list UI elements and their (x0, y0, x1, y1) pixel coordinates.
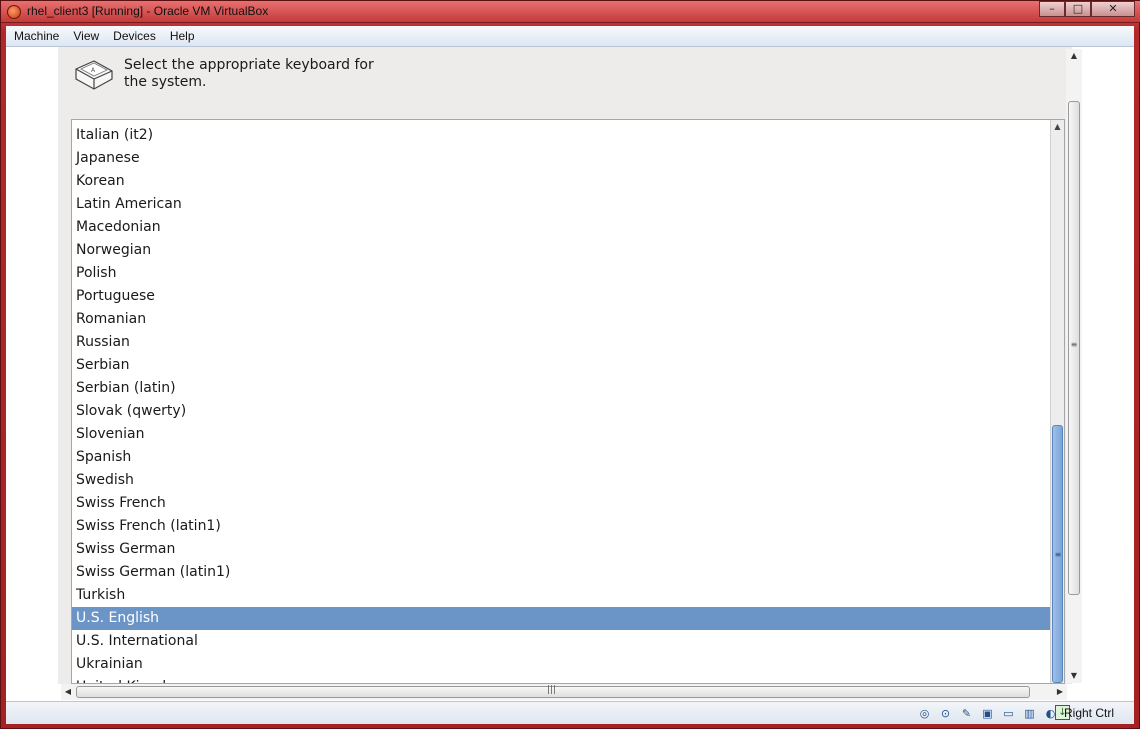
keyboard-layout-items: Italian (it2) Japanese Korean Latin America… (72, 124, 1051, 683)
menu-bar: Machine View Devices Help (6, 26, 1134, 47)
menu-devices[interactable]: Devices (108, 29, 161, 43)
keyboard-layout-item[interactable]: U.S. International (72, 630, 1051, 653)
minimize-button[interactable]: – (1039, 1, 1065, 17)
close-button[interactable]: ✕ (1091, 1, 1135, 17)
keyboard-layout-item[interactable]: Romanian (72, 308, 1051, 331)
vm-vertical-scroll-thumb[interactable]: ≡ (1068, 101, 1080, 595)
keyboard-layout-item[interactable]: Turkish (72, 584, 1051, 607)
installer-screen: A Select the appropriate keyboard for th… (58, 47, 1072, 684)
keyboard-layout-item[interactable]: Portuguese (72, 285, 1051, 308)
title-bar[interactable]: rhel_client3 [Running] - Oracle VM Virtu… (1, 1, 1140, 23)
optical-drive-icon[interactable]: ⊙ (937, 705, 954, 722)
host-key-label: Right Ctrl (1063, 706, 1114, 720)
keyboard-layout-item[interactable]: Norwegian (72, 239, 1051, 262)
vm-display[interactable]: A Select the appropriate keyboard for th… (6, 47, 1134, 701)
keyboard-layout-item[interactable]: Latin American (72, 193, 1051, 216)
vm-horizontal-grip-icon: ||| (547, 685, 557, 695)
keyboard-layout-item[interactable]: U.S. English (72, 607, 1051, 630)
display-icon[interactable]: ▥ (1021, 705, 1038, 722)
vm-scroll-right-icon[interactable]: ▶ (1053, 684, 1067, 700)
keyboard-prompt: Select the appropriate keyboard for the … (124, 57, 374, 90)
device-status-icons: ◎ ⊙ ✎ ▣ ▭ ▥ ◐ (916, 705, 1059, 722)
vm-horizontal-scroll-thumb[interactable]: ||| (76, 685, 1030, 698)
keyboard-layout-item[interactable]: Russian (72, 331, 1051, 354)
keyboard-layout-item[interactable]: United Kingdom (72, 676, 1051, 683)
keyboard-layout-item[interactable]: Slovak (qwerty) (72, 400, 1051, 423)
network-icon[interactable]: ▣ (979, 705, 996, 722)
keyboard-layout-item[interactable]: Swiss French (latin1) (72, 515, 1051, 538)
keyboard-layout-list[interactable]: Italian (it2) Japanese Korean Latin America… (71, 119, 1065, 684)
list-vertical-scrollbar[interactable]: ▲ ≡ (1050, 120, 1064, 683)
menu-machine[interactable]: Machine (9, 29, 64, 43)
keyboard-layout-item[interactable]: Slovenian (72, 423, 1051, 446)
shared-folders-icon[interactable]: ▭ (1000, 705, 1017, 722)
keyboard-layout-item[interactable]: Polish (72, 262, 1051, 285)
keyboard-layout-item[interactable]: Swiss German (latin1) (72, 561, 1051, 584)
maximize-button[interactable]: □ (1065, 1, 1091, 17)
keyboard-layout-item[interactable]: Swiss French (72, 492, 1051, 515)
vm-vertical-grip-icon: ≡ (1070, 340, 1078, 349)
keyboard-layout-item[interactable]: Ukrainian (72, 653, 1051, 676)
keyboard-layout-item[interactable]: Serbian (72, 354, 1051, 377)
window-controls: – □ ✕ (1039, 1, 1135, 19)
virtualbox-window: rhel_client3 [Running] - Oracle VM Virtu… (0, 0, 1140, 729)
vm-horizontal-scrollbar[interactable]: ◀ ||| ▶ (61, 684, 1067, 700)
keyboard-layout-item[interactable]: Spanish (72, 446, 1051, 469)
list-scroll-up-icon[interactable]: ▲ (1052, 121, 1063, 133)
hard-disk-icon[interactable]: ◎ (916, 705, 933, 722)
vm-vertical-scrollbar[interactable]: ▲ ≡ ▼ (1066, 49, 1082, 683)
keyboard-layout-item[interactable]: Swiss German (72, 538, 1051, 561)
virtualbox-app-icon (7, 5, 21, 19)
vm-scroll-up-icon[interactable]: ▲ (1066, 49, 1082, 63)
usb-icon[interactable]: ✎ (958, 705, 975, 722)
keyboard-layout-item[interactable]: Japanese (72, 147, 1051, 170)
keyboard-layout-item[interactable]: Italian (it2) (72, 124, 1051, 147)
vm-scroll-left-icon[interactable]: ◀ (61, 684, 75, 700)
keyboard-layout-item[interactable]: Serbian (latin) (72, 377, 1051, 400)
keyboard-layout-item[interactable]: Korean (72, 170, 1051, 193)
keyboard-key-icon: A (75, 60, 113, 90)
status-bar: ◎ ⊙ ✎ ▣ ▭ ▥ ◐ ↓ Right Ctrl (6, 701, 1134, 724)
keyboard-layout-item[interactable]: Macedonian (72, 216, 1051, 239)
menu-help[interactable]: Help (165, 29, 200, 43)
menu-view[interactable]: View (68, 29, 104, 43)
window-title: rhel_client3 [Running] - Oracle VM Virtu… (27, 4, 269, 18)
vm-scroll-down-icon[interactable]: ▼ (1066, 669, 1082, 683)
keyboard-layout-item[interactable]: Swedish (72, 469, 1051, 492)
list-scroll-thumb[interactable]: ≡ (1052, 425, 1063, 683)
list-scroll-grip-icon: ≡ (1054, 550, 1062, 559)
